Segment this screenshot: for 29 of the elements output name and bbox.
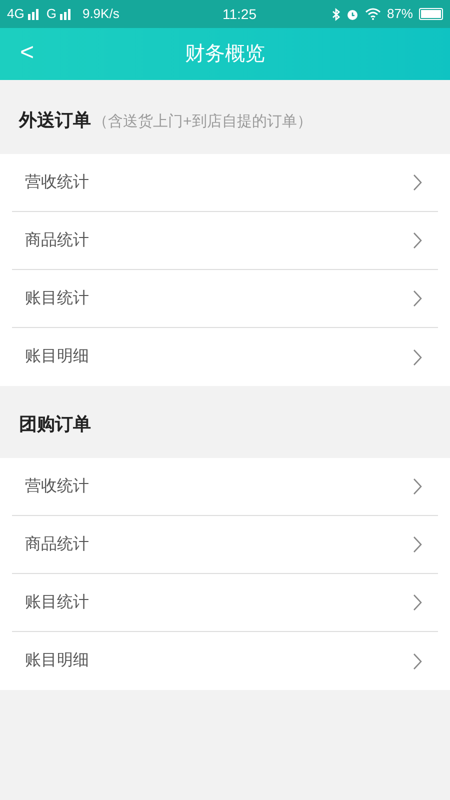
alarm-icon: [346, 8, 359, 20]
page-title: 财务概览: [185, 42, 265, 67]
section-title: 外送订单: [19, 109, 91, 132]
chevron-right-icon: [413, 478, 422, 495]
menu-item[interactable]: 营收统计: [12, 154, 438, 212]
chevron-right-icon: [413, 348, 422, 366]
network-speed: 9.9K/s: [82, 5, 120, 24]
chevron-right-icon: [413, 594, 422, 611]
chevron-right-icon: [413, 536, 422, 553]
battery-percent: 87%: [386, 5, 413, 24]
bluetooth-icon: [332, 8, 340, 20]
wifi-icon: [364, 8, 381, 20]
menu-item[interactable]: 营收统计: [12, 458, 438, 516]
network-label: G: [46, 5, 56, 24]
menu-item[interactable]: 商品统计: [12, 212, 438, 270]
section-title: 团购订单: [19, 413, 91, 436]
chevron-right-icon: [413, 232, 422, 249]
menu-item[interactable]: 账目明细: [12, 632, 438, 690]
chevron-right-icon: [413, 174, 422, 191]
battery-icon: [419, 8, 443, 20]
menu-item[interactable]: 账目统计: [12, 270, 438, 328]
chevron-right-icon: [413, 652, 422, 670]
menu-item[interactable]: 账目统计: [12, 574, 438, 632]
chevron-right-icon: [413, 290, 422, 307]
menu-item[interactable]: 商品统计: [12, 516, 438, 574]
menu-item[interactable]: 账目明细: [12, 328, 438, 386]
clock: 11:25: [222, 4, 256, 24]
section-note: （含送货上门+到店自提的订单）: [93, 112, 312, 132]
network-label: 4G: [7, 5, 24, 24]
